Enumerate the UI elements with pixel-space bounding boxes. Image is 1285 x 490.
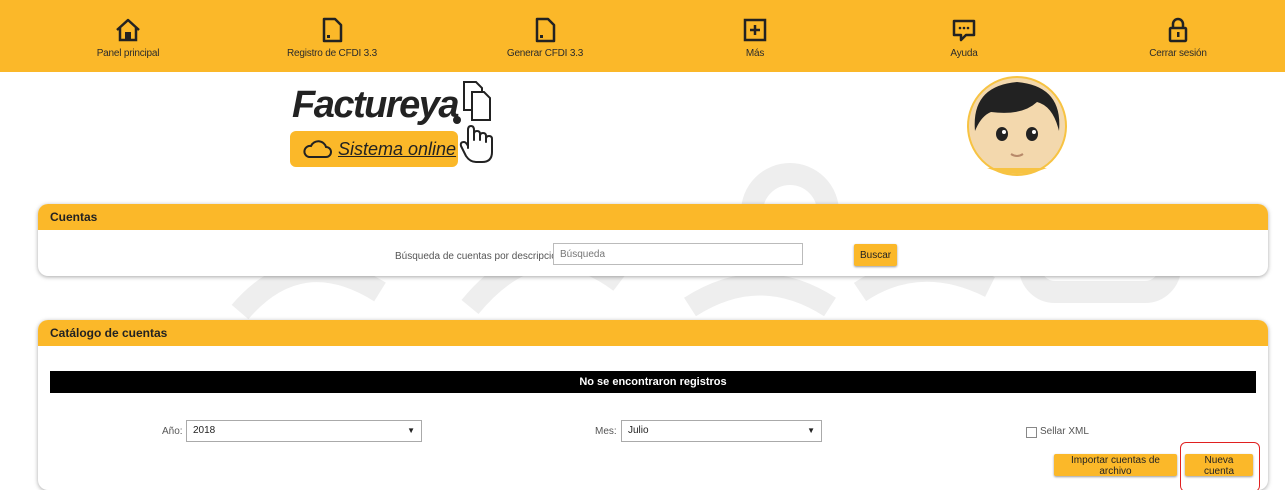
importar-cuentas-button[interactable]: Importar cuentas de archivo bbox=[1054, 454, 1177, 477]
nav-label: Panel principal bbox=[96, 48, 160, 59]
documents-hand-icon bbox=[459, 81, 493, 163]
chevron-down-icon: ▼ bbox=[807, 426, 815, 435]
buscar-button[interactable]: Buscar bbox=[854, 244, 897, 266]
nav-generar-cfdi[interactable]: Generar CFDI 3.3 bbox=[485, 16, 605, 59]
cuentas-panel: Cuentas Búsqueda de cuentas por descripc… bbox=[38, 204, 1268, 276]
lock-icon bbox=[1168, 17, 1188, 43]
nav-label: Más bbox=[745, 48, 765, 59]
nav-label: Generar CFDI 3.3 bbox=[506, 48, 584, 59]
nav-cerrar-sesion[interactable]: Cerrar sesión bbox=[1118, 16, 1238, 59]
search-label: Búsqueda de cuentas por descripción: bbox=[395, 251, 566, 262]
sistema-online-badge: Sistema online bbox=[290, 131, 458, 167]
document-icon bbox=[322, 17, 343, 43]
nav-ayuda[interactable]: Ayuda bbox=[904, 16, 1024, 59]
cloud-icon bbox=[303, 140, 332, 158]
highlight-annotation bbox=[1180, 442, 1260, 490]
chat-bubble-icon bbox=[952, 19, 976, 42]
panel-title: Catálogo de cuentas bbox=[38, 320, 1268, 346]
sistema-online-link[interactable]: Sistema online bbox=[338, 139, 456, 160]
nav-mas[interactable]: Más bbox=[695, 16, 815, 59]
month-label: Mes: bbox=[595, 426, 617, 437]
sellar-xml-checkbox[interactable] bbox=[1026, 427, 1037, 438]
document-icon bbox=[535, 17, 556, 43]
year-select[interactable]: 2018 ▼ bbox=[186, 420, 422, 442]
nav-label: Registro de CFDI 3.3 bbox=[287, 48, 377, 59]
empty-results-message: No se encontraron registros bbox=[50, 371, 1256, 393]
nav-registro-cfdi[interactable]: Registro de CFDI 3.3 bbox=[272, 16, 392, 59]
avatar bbox=[967, 76, 1067, 176]
plus-box-icon bbox=[743, 18, 767, 42]
catalogo-panel: Catálogo de cuentas No se encontraron re… bbox=[38, 320, 1268, 490]
search-input[interactable] bbox=[553, 243, 803, 265]
home-icon bbox=[116, 18, 140, 42]
year-value: 2018 bbox=[193, 425, 216, 436]
sellar-xml-label: Sellar XML bbox=[1040, 426, 1089, 437]
factureya-logo: Factureya Sistema online bbox=[288, 80, 508, 172]
nav-label: Cerrar sesión bbox=[1149, 48, 1207, 59]
month-select[interactable]: Julio ▼ bbox=[621, 420, 822, 442]
nav-label: Ayuda bbox=[950, 48, 978, 59]
month-value: Julio bbox=[628, 425, 649, 436]
year-label: Año: bbox=[162, 426, 183, 437]
logo-brand: Factureya bbox=[292, 84, 460, 126]
top-navigation-bar: Panel principal Registro de CFDI 3.3 Gen… bbox=[0, 0, 1285, 72]
panel-title: Cuentas bbox=[38, 204, 1268, 230]
chevron-down-icon: ▼ bbox=[407, 426, 415, 435]
nav-panel-principal[interactable]: Panel principal bbox=[68, 16, 188, 59]
